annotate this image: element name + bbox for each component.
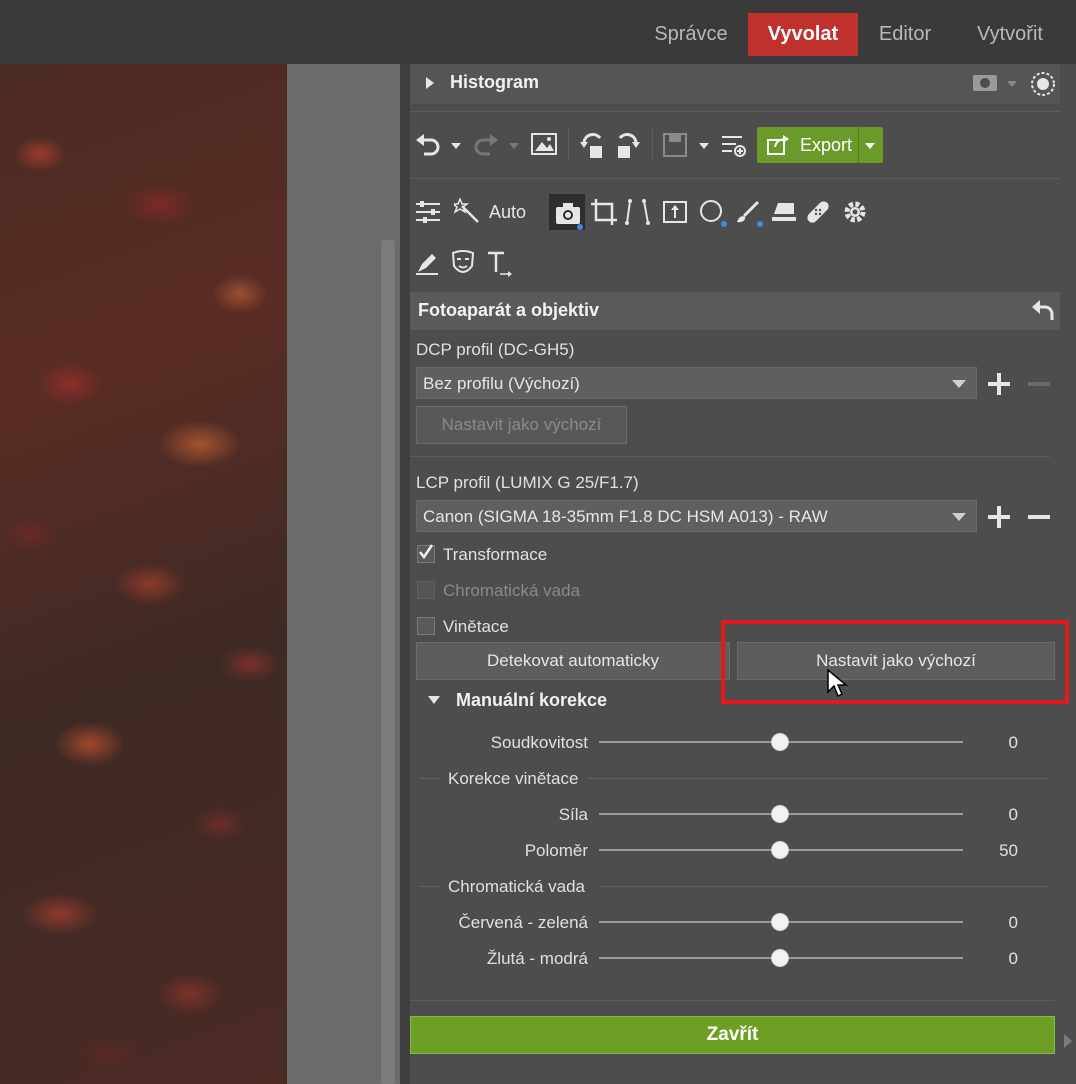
mouse-cursor-icon <box>826 668 848 698</box>
preview-scrollbar[interactable] <box>381 240 395 1084</box>
chevron-down-icon <box>952 380 966 388</box>
export-options-chevron-icon[interactable] <box>864 142 876 150</box>
histogram-title: Histogram <box>450 72 540 92</box>
radial-filter-icon[interactable] <box>698 198 728 228</box>
save-icon <box>662 132 688 158</box>
red-green-label: Červená - zelená <box>458 913 588 932</box>
auto-wand-icon[interactable] <box>454 198 482 226</box>
tab-develop[interactable]: Vyvolat <box>748 13 858 56</box>
eraser-icon[interactable] <box>770 200 798 224</box>
divider <box>410 456 1050 457</box>
red-green-value[interactable]: 0 <box>960 913 1018 933</box>
face-mask-icon[interactable] <box>450 250 476 278</box>
expand-triangle-icon[interactable] <box>424 76 436 90</box>
chevron-down-icon <box>952 513 966 521</box>
close-button[interactable]: Zavřít <box>410 1016 1055 1054</box>
rotate-left-icon[interactable] <box>578 130 606 160</box>
strength-label: Síla <box>558 805 588 824</box>
group-line <box>420 778 440 779</box>
distortion-value[interactable]: 0 <box>960 733 1018 753</box>
radius-slider-knob[interactable] <box>771 841 789 859</box>
export-label: Export <box>800 135 853 155</box>
yellow-blue-value[interactable]: 0 <box>960 949 1018 969</box>
redo-history-chevron-icon <box>508 142 520 150</box>
group-line <box>420 886 440 887</box>
dcp-set-default-button: Nastavit jako výchozí <box>416 406 627 444</box>
vignette-label[interactable]: Vinětace <box>443 617 509 637</box>
vignette-correction-group: Korekce vinětace <box>448 769 579 788</box>
transform-label[interactable]: Transformace <box>443 545 547 565</box>
toolbar-separator <box>652 128 653 160</box>
undo-history-chevron-icon[interactable] <box>450 142 462 150</box>
undo-icon[interactable] <box>414 130 442 158</box>
pen-icon[interactable] <box>414 250 440 276</box>
section-title: Fotoaparát a objektiv <box>418 300 600 320</box>
highlight-box <box>721 620 1069 704</box>
reset-section-icon[interactable] <box>1030 298 1056 322</box>
photo-preview[interactable] <box>0 64 287 1084</box>
panel-edge <box>400 64 410 1084</box>
image-compare-icon[interactable] <box>530 132 558 156</box>
group-line <box>600 886 1048 887</box>
group-line <box>588 778 1048 779</box>
tab-create[interactable]: Vytvořit <box>966 13 1054 56</box>
yellow-blue-slider-knob[interactable] <box>771 949 789 967</box>
divider <box>410 1000 1055 1001</box>
remove-icon <box>1026 371 1052 397</box>
lcp-profile-value: Canon (SIGMA 18-35mm F1.8 DC HSM A013) -… <box>423 507 828 526</box>
remove-icon[interactable] <box>1026 504 1052 530</box>
export-icon <box>766 134 790 156</box>
collapse-triangle-icon[interactable] <box>427 694 441 706</box>
radius-value[interactable]: 50 <box>960 841 1018 861</box>
redo-icon <box>472 130 500 158</box>
dcp-profile-label: DCP profil (DC-GH5) <box>416 340 575 359</box>
perspective-icon[interactable] <box>624 198 652 226</box>
brush-icon[interactable] <box>734 198 764 228</box>
camera-icon[interactable] <box>554 200 584 230</box>
dcp-profile-value: Bez profilu (Výchozí) <box>423 374 580 393</box>
transform-checkbox[interactable] <box>417 544 435 563</box>
tab-editor[interactable]: Editor <box>868 13 942 56</box>
crop-icon[interactable] <box>590 198 618 226</box>
graduated-filter-icon[interactable] <box>662 200 688 224</box>
strength-slider-knob[interactable] <box>771 805 789 823</box>
chevron-down-icon[interactable] <box>1006 80 1018 88</box>
manual-corrections-title[interactable]: Manuální korekce <box>456 690 607 711</box>
save-options-chevron-icon[interactable] <box>698 142 710 150</box>
auto-label[interactable]: Auto <box>489 202 526 223</box>
brightness-icon[interactable] <box>1030 71 1056 97</box>
divider <box>410 178 1060 179</box>
lcp-profile-label: LCP profil (LUMIX G 25/F1.7) <box>416 473 639 492</box>
top-nav-bar: Správce Vyvolat Editor Vytvořit <box>0 0 1076 64</box>
red-green-slider-knob[interactable] <box>771 913 789 931</box>
tab-manager[interactable]: Správce <box>646 13 736 56</box>
strength-value[interactable]: 0 <box>960 805 1018 825</box>
export-separator <box>858 127 859 163</box>
chromatic-group: Chromatická vada <box>448 877 586 896</box>
lcp-profile-select[interactable]: Canon (SIGMA 18-35mm F1.8 DC HSM A013) -… <box>416 500 977 532</box>
text-tool-icon[interactable] <box>486 250 514 278</box>
distortion-slider-knob[interactable] <box>771 733 789 751</box>
panel-expand-arrow-icon[interactable] <box>1064 1034 1072 1048</box>
vignette-checkbox[interactable] <box>417 617 435 635</box>
add-icon[interactable] <box>986 371 1012 397</box>
settings-gear-icon[interactable] <box>842 199 868 225</box>
toolbar-separator <box>568 128 569 160</box>
mask-toggle-icon[interactable] <box>972 73 998 93</box>
rotate-right-icon[interactable] <box>614 130 642 160</box>
basic-adjustments-icon[interactable] <box>414 200 442 224</box>
distortion-label: Soudkovitost <box>490 733 588 752</box>
add-icon[interactable] <box>986 504 1012 530</box>
yellow-blue-label: Žlutá - modrá <box>486 949 588 968</box>
chromatic-aberration-label: Chromatická vada <box>443 581 581 600</box>
detect-automatically-button[interactable]: Detekovat automaticky <box>416 642 730 680</box>
batch-settings-icon[interactable] <box>720 132 748 158</box>
divider <box>410 111 1060 112</box>
healing-bandage-icon[interactable] <box>804 198 832 226</box>
dcp-profile-select[interactable]: Bez profilu (Výchozí) <box>416 367 977 399</box>
chromatic-aberration-checkbox <box>417 581 435 599</box>
radius-label: Poloměr <box>524 841 588 860</box>
